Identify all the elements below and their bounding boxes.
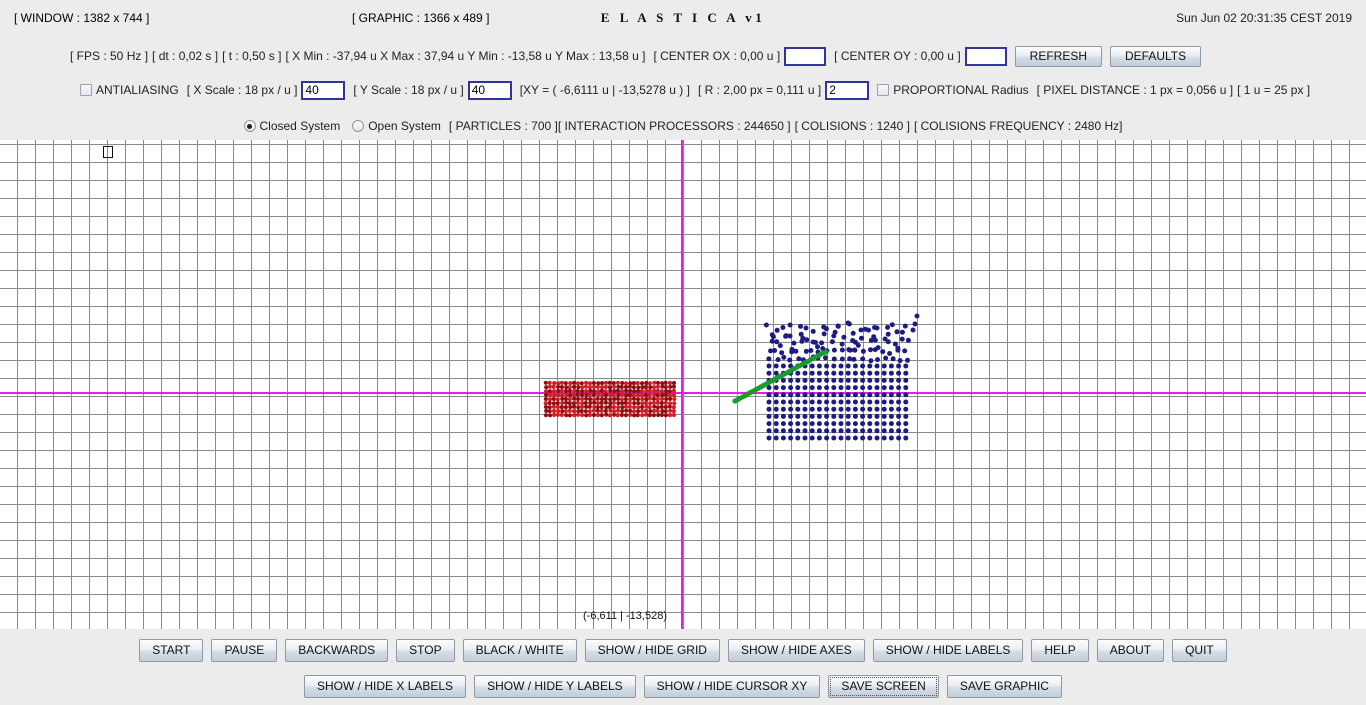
radius-input[interactable] — [825, 80, 870, 100]
primary-button-bar: START PAUSE BACKWARDS STOP BLACK / WHITE SHOW… — [0, 639, 1366, 662]
colisions-label: [ COLISIONS : 1240 ] — [794, 119, 910, 133]
axis-range-label: [ X Min : -37,94 u X Max : 37,94 u Y Min… — [285, 49, 646, 63]
cursor-xy-readout: (-6,611 | -13,528) — [583, 610, 667, 622]
show-hide-labels-button[interactable]: SHOW / HIDE LABELS — [872, 639, 1024, 662]
particles-count-label: [ PARTICLES : 700 ] — [448, 119, 558, 133]
center-oy-label: [ CENTER OY : 0,00 u ] — [834, 49, 961, 63]
save-graphic-button[interactable]: SAVE GRAPHIC — [946, 675, 1062, 698]
backwards-button[interactable]: BACKWARDS — [285, 639, 389, 662]
stop-button[interactable]: STOP — [396, 639, 455, 662]
open-system-label: Open System — [368, 119, 441, 133]
radius-label: [ R : 2,00 px = 0,111 u ] — [697, 83, 822, 97]
help-button[interactable]: HELP — [1031, 639, 1089, 662]
time-label: [ t : 0,50 s ] — [222, 49, 282, 63]
unit-pixel-label: [ 1 u = 25 px ] — [1237, 83, 1311, 97]
about-button[interactable]: ABOUT — [1096, 639, 1165, 662]
show-hide-cursor-xy-button[interactable]: SHOW / HIDE CURSOR XY — [643, 675, 821, 698]
xy-coordinate-label: [XY = ( -6,6111 u | -13,5278 u ) ] — [519, 83, 690, 97]
particle-field — [543, 313, 920, 441]
interaction-processors-label: [ INTERACTION PROCESSORS : 244650 ] — [557, 119, 791, 133]
antialiasing-checkbox[interactable] — [80, 84, 92, 96]
pixel-distance-label: [ PIXEL DISTANCE : 1 px = 0,056 u ] — [1036, 83, 1234, 97]
proportional-radius-checkbox[interactable] — [877, 84, 890, 96]
show-hide-axes-button[interactable]: SHOW / HIDE AXES — [727, 639, 865, 662]
save-screen-button[interactable]: SAVE SCREEN — [828, 675, 939, 698]
proportional-radius-label: PROPORTIONAL Radius — [893, 83, 1029, 97]
closed-system-label: Closed System — [259, 119, 341, 133]
simulation-stats-row: [ FPS : 50 Hz ] [ dt : 0,02 s ] [ t : 0,… — [0, 45, 1366, 67]
x-scale-label: [ X Scale : 18 px / u ] — [186, 83, 298, 97]
show-hide-y-labels-button[interactable]: SHOW / HIDE Y LABELS — [474, 675, 636, 698]
center-ox-label: [ CENTER OX : 0,00 u ] — [653, 49, 781, 63]
datetime-label: Sun Jun 02 20:31:35 CEST 2019 — [1176, 11, 1352, 25]
quit-button[interactable]: QUIT — [1172, 639, 1227, 662]
closed-system-radio[interactable] — [243, 120, 256, 132]
cursor-marker-icon — [103, 146, 113, 158]
page-title: E L A S T I C A v1 — [600, 10, 766, 25]
fps-label: [ FPS : 50 Hz ] — [70, 49, 149, 63]
refresh-button[interactable]: REFRESH — [1014, 45, 1102, 67]
system-mode-row: Closed System Open System [ PARTICLES : … — [0, 116, 1366, 136]
center-oy-input[interactable] — [964, 46, 1007, 66]
dt-label: [ dt : 0,02 s ] — [152, 49, 219, 63]
defaults-button[interactable]: DEFAULTS — [1110, 45, 1202, 67]
simulation-canvas[interactable]: (-6,611 | -13,528) — [0, 140, 1366, 629]
x-scale-input[interactable] — [301, 80, 346, 100]
black-white-button[interactable]: BLACK / WHITE — [462, 639, 577, 662]
antialiasing-label: ANTIALIASING — [96, 83, 179, 97]
y-scale-input[interactable] — [467, 80, 512, 100]
scale-settings-row: ANTIALIASING [ X Scale : 18 px / u ] [ Y… — [0, 80, 1366, 100]
y-scale-label: [ Y Scale : 18 px / u ] — [353, 83, 464, 97]
start-button[interactable]: START — [139, 639, 204, 662]
pause-button[interactable]: PAUSE — [211, 639, 278, 662]
elastica-app-window: [ WINDOW : 1382 x 744 ] [ GRAPHIC : 1366… — [0, 0, 1366, 705]
secondary-button-bar: SHOW / HIDE X LABELS SHOW / HIDE Y LABELS… — [0, 675, 1366, 698]
center-ox-input[interactable] — [784, 46, 827, 66]
top-control-panel: [ WINDOW : 1382 x 744 ] [ GRAPHIC : 1366… — [0, 0, 1366, 140]
show-hide-grid-button[interactable]: SHOW / HIDE GRID — [584, 639, 720, 662]
open-system-radio[interactable] — [352, 120, 365, 132]
show-hide-x-labels-button[interactable]: SHOW / HIDE X LABELS — [304, 675, 467, 698]
colisions-frequency-label: [ COLISIONS FREQUENCY : 2480 Hz] — [913, 119, 1123, 133]
